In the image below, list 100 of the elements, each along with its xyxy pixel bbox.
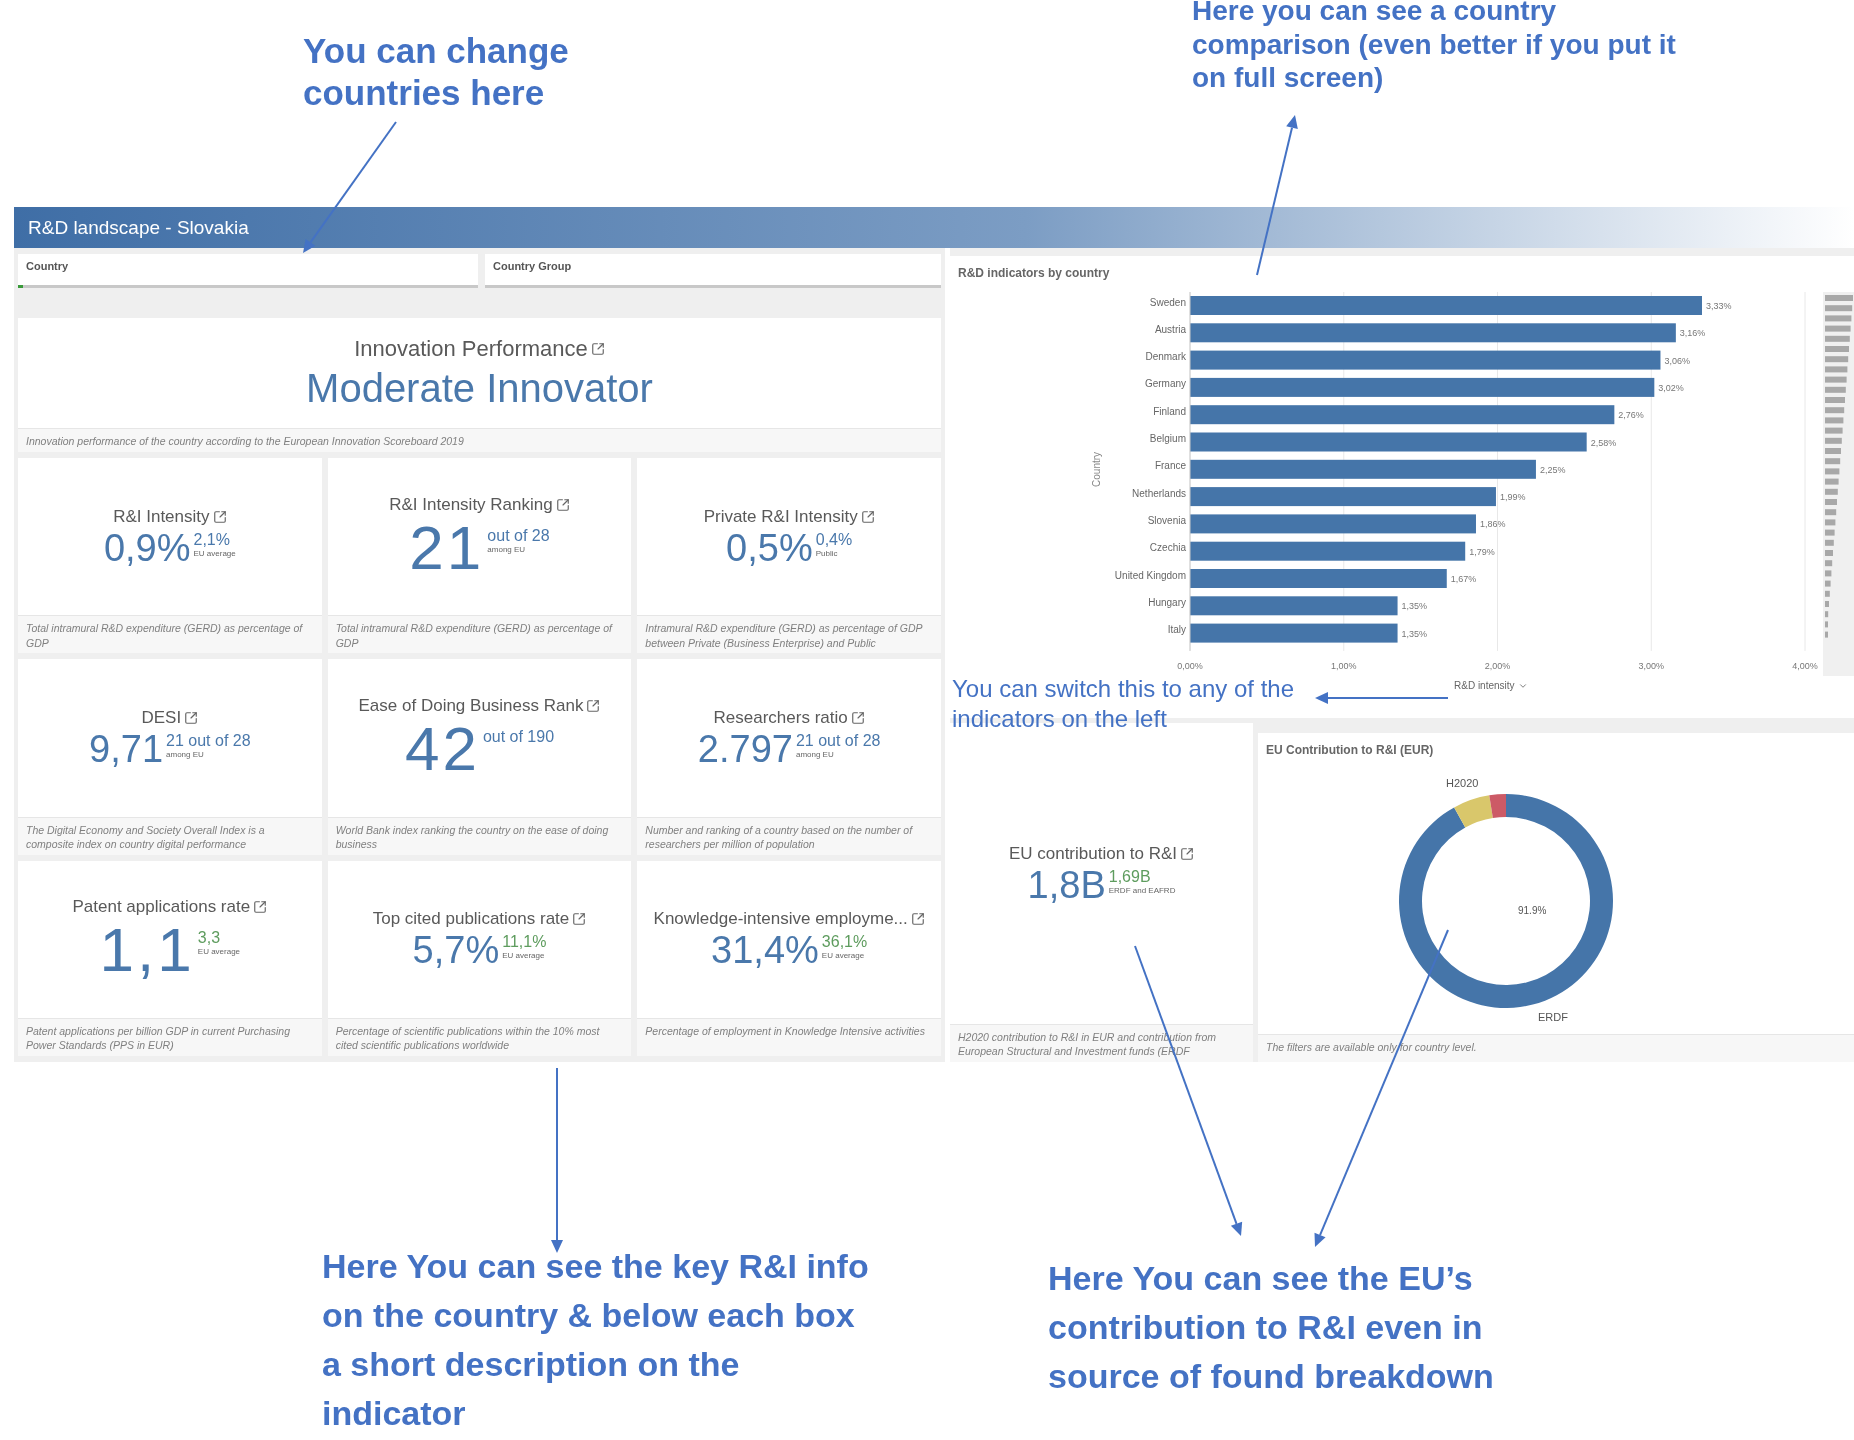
external-link-icon[interactable]	[253, 900, 268, 915]
kpi-value: 9,71	[89, 730, 164, 768]
bar[interactable]	[1190, 514, 1476, 534]
external-link-icon[interactable]	[910, 912, 925, 927]
external-link-icon[interactable]	[1180, 846, 1195, 861]
bar[interactable]	[1190, 323, 1676, 343]
axis-label: Czechia	[1149, 542, 1186, 554]
comparison-note: among EU	[487, 544, 527, 554]
kpi-description: Percentage of scientific publications within the 10% most cited scientific publications worldwide	[327, 1018, 632, 1056]
bar[interactable]	[1190, 596, 1398, 616]
comparison-note: ERDF and EAFRD	[1108, 885, 1176, 895]
filter-field[interactable]: Country Group	[485, 254, 941, 288]
comparison-note: EU average	[197, 947, 241, 957]
kpi-title: Knowledge-intensive employme...	[653, 909, 908, 930]
kpi-description: The Digital Economy and Society Overall Index is a composite index on country digital performance	[18, 816, 322, 855]
comparison-note: EU average	[193, 548, 236, 558]
annotation-text: Here You can see the key R&I info on the country & below each box a short description on the indicator	[322, 1246, 870, 1434]
kpi-value: 42	[404, 718, 480, 780]
headline-title: Innovation Performance	[354, 335, 588, 362]
comparison-value: 0,4%	[815, 530, 853, 549]
comparison-value: out of 28	[487, 526, 550, 545]
headline-value: Moderate Innovator	[306, 365, 653, 411]
kpi-title: Patent applications rate	[72, 897, 251, 918]
chart-title: R&D indicators by country	[957, 265, 1111, 282]
comparison-note: EU average	[821, 951, 866, 961]
axis-label: Finland	[1153, 405, 1186, 417]
kpi-title: DESI	[141, 708, 182, 728]
chart-note: The filters are available only for country level.	[1258, 1034, 1854, 1062]
axis-label: Denmark	[1145, 351, 1186, 363]
data-label: 3,06%	[1664, 355, 1690, 366]
kpi-title: R&I Intensity Ranking	[389, 494, 553, 515]
comparison-value: 36,1%	[821, 933, 868, 952]
comparison-value: 3,3	[197, 929, 222, 948]
kpi-value: 2.797	[697, 730, 793, 768]
slice-value: 91.9%	[1518, 904, 1547, 916]
axis-label: Hungary	[1148, 596, 1186, 608]
kpi-description: Number and ranking of a country based on the number of researchers per million of population	[637, 816, 941, 855]
axis-label: Slovenia	[1147, 514, 1186, 526]
bar[interactable]	[1190, 459, 1536, 479]
kpi-value: 1,8B	[1027, 865, 1106, 904]
data-label: 3,02%	[1658, 382, 1684, 393]
axis-label: Netherlands	[1132, 487, 1186, 499]
data-label: 3,33%	[1706, 301, 1732, 311]
kpi-title: Researchers ratio	[713, 708, 848, 728]
kpi-value: 0,5%	[726, 528, 813, 567]
axis-label: Sweden	[1149, 296, 1186, 308]
kpi-title: Top cited publications rate	[372, 909, 570, 930]
measure-dropdown[interactable]: R&D intensity	[1450, 678, 1532, 693]
bar[interactable]	[1190, 487, 1496, 507]
kpi-description: Total intramural R&D expenditure (GERD) as percentage of GDP	[18, 615, 322, 654]
axis-label: Germany	[1144, 378, 1186, 390]
annotation-text: You can switch this to any of the indicators on the left	[952, 674, 1295, 734]
kpi-title: R&I Intensity	[113, 506, 210, 527]
data-label: 1,35%	[1401, 601, 1428, 612]
data-label: 1,67%	[1450, 574, 1477, 584]
kpi-description: Total intramural R&D expenditure (GERD) as percentage of GDP	[327, 615, 632, 654]
comparison-note: among EU	[166, 750, 205, 759]
bar[interactable]	[1190, 405, 1615, 425]
bar[interactable]	[1190, 377, 1655, 397]
kpi-description: World Bank index ranking the country on the ease of doing business	[327, 816, 632, 855]
external-link-icon[interactable]	[586, 699, 601, 713]
axis-label: Belgium	[1149, 433, 1186, 444]
comparison-note: among EU	[795, 750, 835, 759]
bar[interactable]	[1190, 350, 1661, 370]
data-label: 3,16%	[1679, 328, 1706, 339]
external-link-icon[interactable]	[184, 711, 199, 725]
kpi-value: 31,4%	[711, 931, 819, 970]
kpi-title: Private R&I Intensity	[703, 506, 858, 527]
comparison-value: out of 190	[482, 728, 555, 746]
dashboard-title: R&D landscape - Slovakia	[28, 216, 249, 239]
kpi-value: 1,1	[99, 919, 195, 982]
axis-label: Austria	[1154, 323, 1186, 335]
data-label: 1,79%	[1469, 546, 1495, 557]
axis-label: 0,00%	[1177, 660, 1203, 671]
data-label: 1,35%	[1401, 628, 1428, 639]
axis-label: United Kingdom	[1114, 569, 1186, 581]
axis-label: France	[1154, 460, 1186, 472]
comparison-note: EU average	[502, 951, 546, 961]
axis-label: 3,00%	[1638, 660, 1664, 671]
external-link-icon[interactable]	[850, 711, 865, 725]
bar[interactable]	[1190, 623, 1398, 643]
bar[interactable]	[1190, 432, 1587, 452]
axis-label: 2,00%	[1484, 660, 1511, 671]
comparison-value: 21 out of 28	[166, 732, 251, 750]
donut-chart-drawing[interactable]	[1399, 793, 1613, 1008]
annotation-text: You can change countries here	[303, 30, 570, 114]
kpi-description: Percentage of employment in Knowledge Intensive activities	[637, 1018, 941, 1056]
external-link-icon[interactable]	[572, 912, 587, 927]
comparison-value: 1,69B	[1108, 867, 1152, 886]
kpi-value: 0,9%	[103, 528, 191, 567]
data-label: 2,58%	[1590, 437, 1617, 448]
kpi-value: 21	[409, 516, 485, 579]
external-link-icon[interactable]	[555, 497, 570, 512]
data-label: 1,99%	[1499, 492, 1526, 503]
headline-description: Innovation performance of the country according to the European Innovation Scoreboard 2019	[18, 428, 941, 452]
external-link-icon[interactable]	[860, 509, 875, 524]
filter-field[interactable]: Country	[18, 254, 478, 288]
external-link-icon[interactable]	[212, 509, 227, 524]
bar[interactable]	[1190, 541, 1466, 561]
external-link-icon[interactable]	[590, 341, 605, 356]
